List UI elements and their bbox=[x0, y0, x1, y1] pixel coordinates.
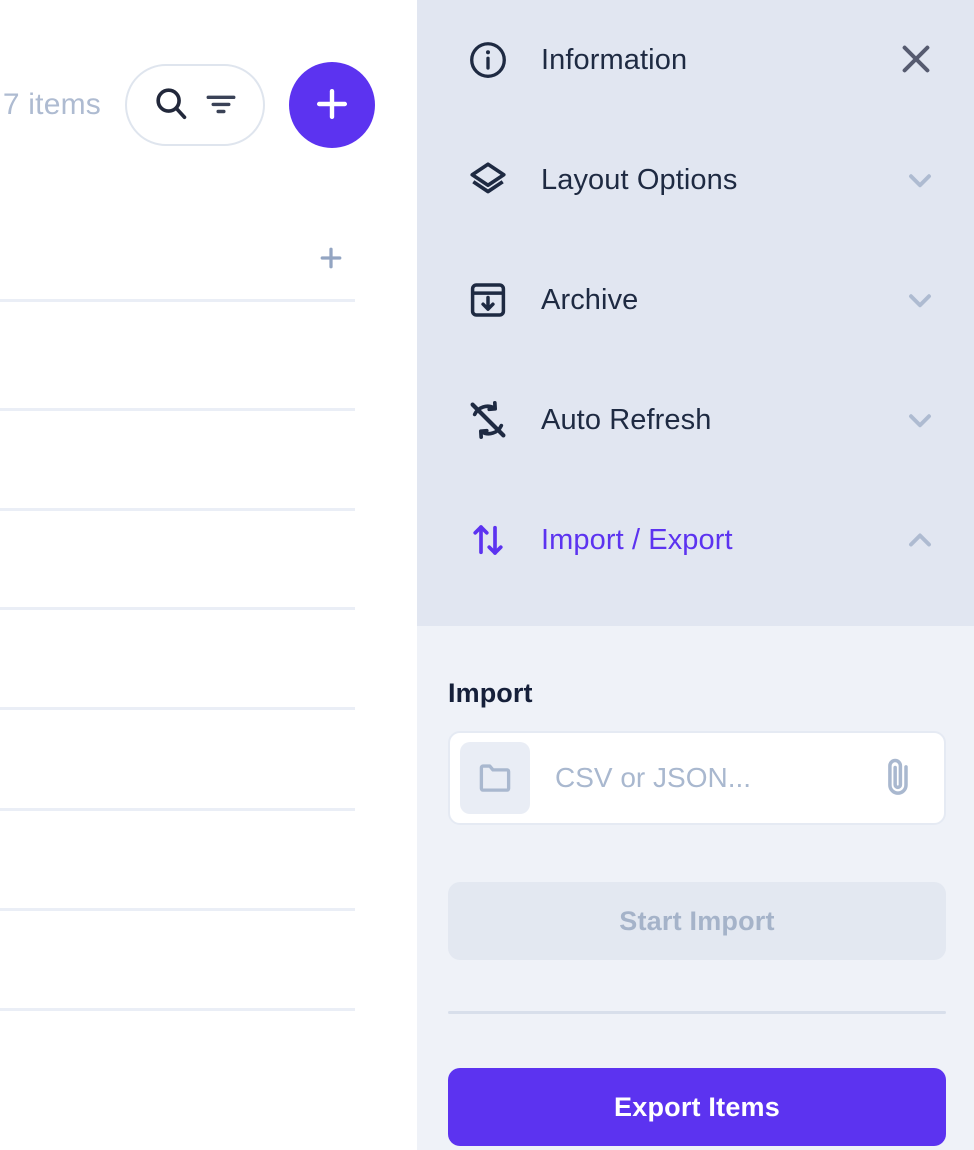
items-list-area: 7 items bbox=[0, 0, 417, 1150]
panel-section-label: Import / Export bbox=[541, 523, 733, 556]
panel-section-label: Auto Refresh bbox=[541, 403, 712, 436]
panel-section-information[interactable]: Information bbox=[417, 0, 974, 120]
attach-file-button[interactable] bbox=[876, 755, 922, 801]
panel-section-label: Information bbox=[541, 43, 688, 76]
filter-icon[interactable] bbox=[204, 86, 238, 125]
add-item-fab[interactable] bbox=[289, 62, 375, 148]
search-icon[interactable] bbox=[152, 84, 190, 127]
table-row bbox=[0, 808, 355, 811]
chevron-down-icon[interactable] bbox=[900, 160, 940, 200]
items-count-label: 7 items bbox=[2, 88, 101, 121]
panel-section-import-export[interactable]: Import / Export bbox=[417, 480, 974, 600]
section-divider bbox=[448, 1011, 946, 1014]
chevron-down-icon[interactable] bbox=[900, 280, 940, 320]
info-circle-icon bbox=[466, 38, 510, 82]
panel-section-layout-options[interactable]: Layout Options bbox=[417, 120, 974, 240]
list-toolbar: 7 items bbox=[0, 50, 417, 160]
table-row bbox=[0, 908, 355, 911]
start-import-button[interactable]: Start Import bbox=[448, 882, 946, 960]
panel-section-archive[interactable]: Archive bbox=[417, 240, 974, 360]
import-file-field[interactable]: CSV or JSON... bbox=[448, 731, 946, 825]
layers-icon bbox=[466, 158, 510, 202]
plus-icon bbox=[316, 243, 346, 278]
panel-section-label: Layout Options bbox=[541, 163, 738, 196]
import-file-input[interactable]: CSV or JSON... bbox=[555, 762, 876, 794]
export-items-button[interactable]: Export Items bbox=[448, 1068, 946, 1146]
chevron-down-icon[interactable] bbox=[900, 400, 940, 440]
browse-folder-button[interactable] bbox=[460, 742, 530, 814]
import-heading: Import bbox=[448, 678, 533, 708]
table-row bbox=[0, 299, 355, 302]
table-row bbox=[0, 408, 355, 411]
import-export-arrows-icon bbox=[466, 518, 510, 562]
plus-icon bbox=[310, 82, 354, 129]
import-export-body: Import CSV or JSON... Start Import Expor… bbox=[417, 626, 974, 1150]
app-root: 7 items Information Layout Options Archi… bbox=[0, 0, 974, 1150]
close-panel-button[interactable] bbox=[892, 36, 940, 84]
folder-icon bbox=[476, 758, 514, 799]
paperclip-icon bbox=[878, 756, 920, 801]
table-row bbox=[0, 607, 355, 610]
search-filter-pill[interactable] bbox=[125, 64, 265, 146]
table-row bbox=[0, 508, 355, 511]
close-icon bbox=[895, 38, 937, 83]
table-row bbox=[0, 1008, 355, 1011]
settings-side-panel: Information Layout Options Archive Auto … bbox=[417, 0, 974, 1150]
sync-disabled-icon bbox=[466, 398, 510, 442]
inline-add-row-button[interactable] bbox=[315, 244, 347, 276]
chevron-up-icon[interactable] bbox=[900, 520, 940, 560]
archive-box-icon bbox=[466, 278, 510, 322]
panel-section-label: Archive bbox=[541, 283, 639, 316]
panel-section-auto-refresh[interactable]: Auto Refresh bbox=[417, 360, 974, 480]
panel-accordion-header: Information Layout Options Archive Auto … bbox=[417, 0, 974, 626]
table-row bbox=[0, 707, 355, 710]
